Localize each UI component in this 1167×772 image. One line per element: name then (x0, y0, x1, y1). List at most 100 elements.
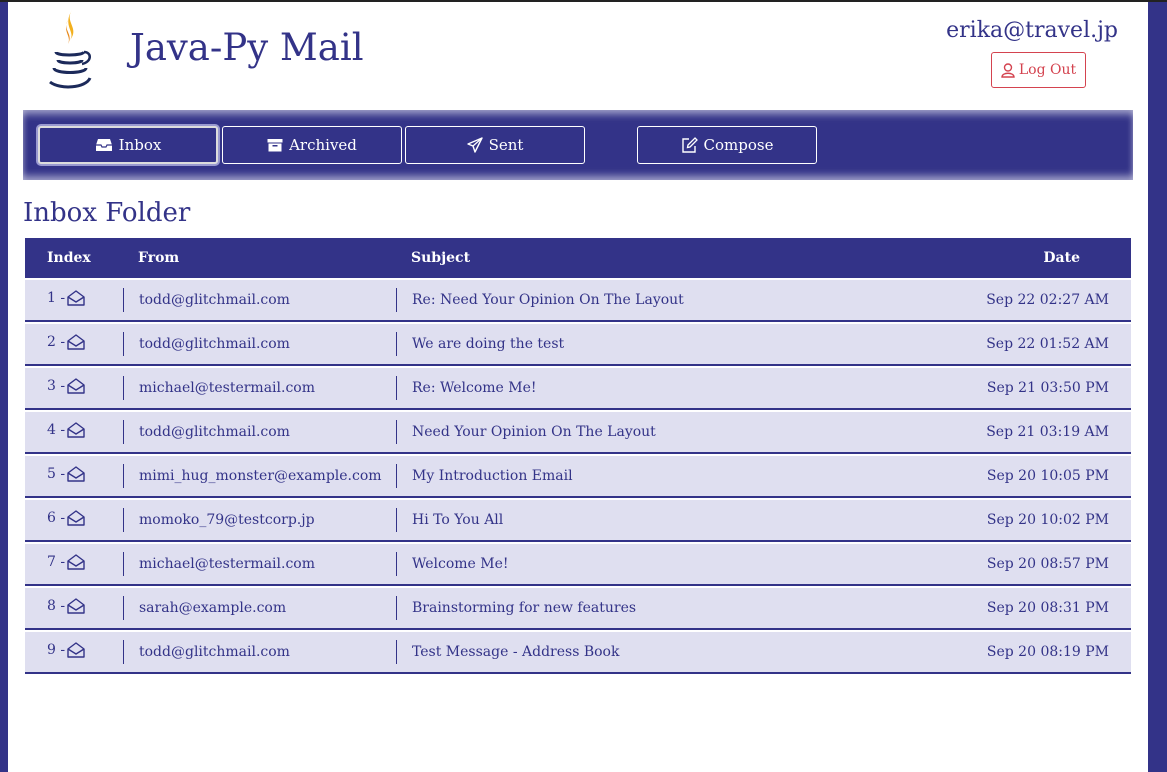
compose-button[interactable]: Compose (637, 126, 817, 164)
row-date: Sep 20 08:19 PM (986, 644, 1109, 660)
paper-plane-icon (466, 137, 483, 153)
table-row[interactable]: 9 - todd@glitchmail.com Test Message - A… (25, 632, 1131, 674)
row-subject: Test Message - Address Book (412, 644, 620, 660)
row-index-cell: 3 - (47, 378, 85, 394)
row-index-cell: 8 - (47, 598, 85, 614)
table-row[interactable]: 8 - sarah@example.com Brainstorming for … (25, 588, 1131, 630)
row-index: 7 - (47, 554, 66, 570)
row-date: Sep 20 10:02 PM (986, 512, 1109, 528)
column-divider (396, 420, 397, 444)
column-divider (396, 288, 397, 312)
user-email: erika@travel.jp (946, 18, 1118, 43)
row-index-cell: 9 - (47, 642, 85, 658)
column-divider (123, 464, 124, 488)
edit-icon (681, 137, 698, 153)
row-date: Sep 21 03:19 AM (986, 424, 1109, 440)
column-divider (123, 640, 124, 664)
row-subject: Re: Need Your Opinion On The Layout (412, 292, 684, 308)
envelope-open-icon (67, 642, 85, 658)
row-subject: Need Your Opinion On The Layout (412, 424, 656, 440)
envelope-open-icon (67, 378, 85, 394)
table-row[interactable]: 2 - todd@glitchmail.com We are doing the… (25, 324, 1131, 366)
table-row[interactable]: 7 - michael@testermail.com Welcome Me! S… (25, 544, 1131, 586)
row-index-cell: 5 - (47, 466, 85, 482)
row-from: momoko_79@testcorp.jp (139, 512, 315, 528)
user-icon (1001, 62, 1015, 78)
column-divider (123, 332, 124, 356)
row-index: 5 - (47, 466, 66, 482)
row-subject: Brainstorming for new features (412, 600, 637, 616)
column-divider (396, 376, 397, 400)
row-subject: Welcome Me! (412, 556, 509, 572)
table-row[interactable]: 5 - mimi_hug_monster@example.com My Intr… (25, 456, 1131, 498)
row-index-cell: 4 - (47, 422, 85, 438)
app-title: Java-Py Mail (130, 26, 364, 69)
page: Java-Py Mail erika@travel.jp Log Out Inb… (8, 2, 1148, 772)
row-from: michael@testermail.com (139, 380, 315, 396)
column-divider (123, 376, 124, 400)
row-from: todd@glitchmail.com (139, 644, 290, 660)
envelope-open-icon (67, 466, 85, 482)
row-subject: Hi To You All (412, 512, 504, 528)
envelope-open-icon (67, 554, 85, 570)
tab-sent-label: Sent (488, 136, 524, 154)
logout-label: Log Out (1018, 62, 1077, 78)
row-index-cell: 7 - (47, 554, 85, 570)
column-header-date[interactable]: Date (1043, 250, 1080, 266)
tab-inbox[interactable]: Inbox (38, 126, 218, 164)
java-logo-icon (46, 6, 94, 96)
row-date: Sep 22 01:52 AM (986, 336, 1109, 352)
column-divider (123, 596, 124, 620)
table-row[interactable]: 3 - michael@testermail.com Re: Welcome M… (25, 368, 1131, 410)
compose-label: Compose (703, 136, 774, 154)
row-index-cell: 6 - (47, 510, 85, 526)
column-divider (123, 420, 124, 444)
envelope-open-icon (67, 422, 85, 438)
row-from: todd@glitchmail.com (139, 292, 290, 308)
column-divider (396, 552, 397, 576)
row-index: 9 - (47, 642, 66, 658)
tab-inbox-label: Inbox (118, 136, 162, 154)
column-header-index[interactable]: Index (47, 250, 91, 266)
envelope-open-icon (67, 598, 85, 614)
tab-archived-label: Archived (289, 136, 357, 154)
column-divider (123, 508, 124, 532)
row-index: 1 - (47, 290, 66, 306)
column-divider (123, 288, 124, 312)
row-subject: Re: Welcome Me! (412, 380, 537, 396)
row-date: Sep 21 03:50 PM (986, 380, 1109, 396)
tab-sent[interactable]: Sent (405, 126, 585, 164)
row-subject: My Introduction Email (412, 468, 573, 484)
row-index-cell: 1 - (47, 290, 85, 306)
message-table: Index From Subject Date 1 - todd@glitchm… (25, 238, 1131, 674)
row-index: 8 - (47, 598, 66, 614)
table-row[interactable]: 1 - todd@glitchmail.com Re: Need Your Op… (25, 280, 1131, 322)
row-from: sarah@example.com (139, 600, 287, 616)
logout-button[interactable]: Log Out (991, 52, 1086, 88)
row-index: 6 - (47, 510, 66, 526)
table-header: Index From Subject Date (25, 238, 1131, 278)
column-divider (396, 508, 397, 532)
column-header-subject[interactable]: Subject (411, 250, 470, 266)
envelope-open-icon (67, 334, 85, 350)
row-index: 4 - (47, 422, 66, 438)
row-date: Sep 20 10:05 PM (986, 468, 1109, 484)
column-divider (396, 640, 397, 664)
row-index-cell: 2 - (47, 334, 85, 350)
table-row[interactable]: 6 - momoko_79@testcorp.jp Hi To You All … (25, 500, 1131, 542)
row-from: todd@glitchmail.com (139, 424, 290, 440)
row-index: 2 - (47, 334, 66, 350)
row-subject: We are doing the test (412, 336, 565, 352)
row-index: 3 - (47, 378, 66, 394)
table-row[interactable]: 4 - todd@glitchmail.com Need Your Opinio… (25, 412, 1131, 454)
column-header-from[interactable]: From (138, 250, 179, 266)
column-divider (396, 596, 397, 620)
row-date: Sep 22 02:27 AM (986, 292, 1109, 308)
row-date: Sep 20 08:31 PM (986, 600, 1109, 616)
inbox-tray-icon (95, 138, 113, 152)
row-from: mimi_hug_monster@example.com (139, 468, 382, 484)
tab-archived[interactable]: Archived (222, 126, 402, 164)
row-date: Sep 20 08:57 PM (986, 556, 1109, 572)
nav-bar: Inbox Archived Sent Compose (23, 110, 1133, 180)
archive-box-icon (267, 138, 283, 152)
